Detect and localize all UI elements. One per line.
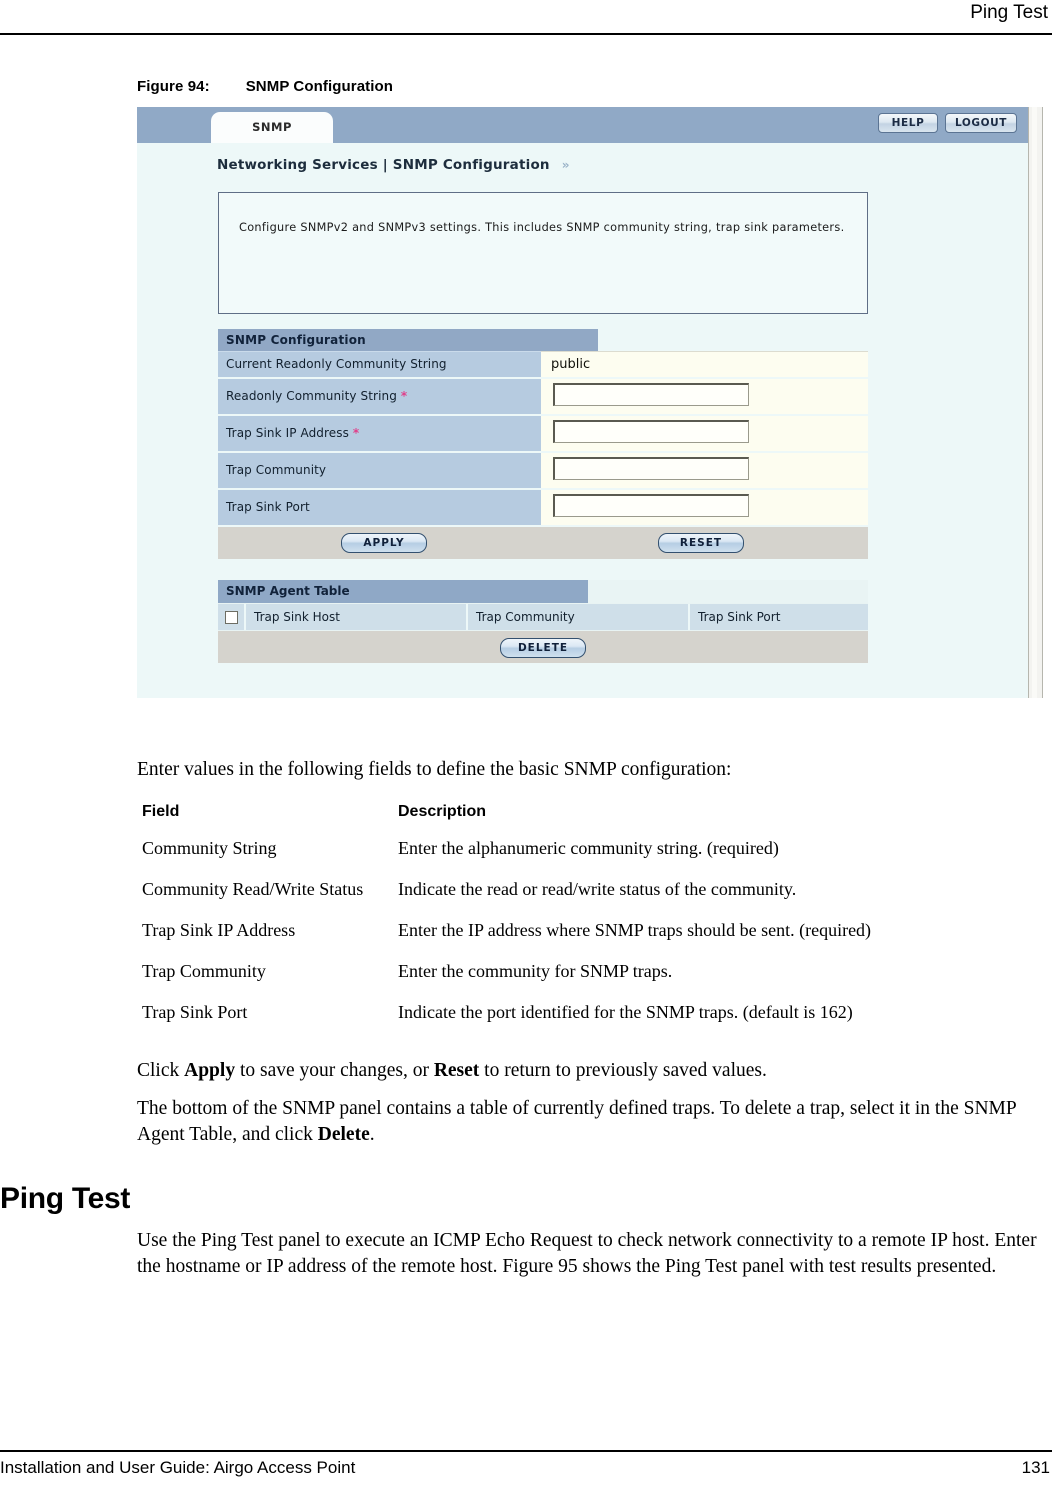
cell-description: Indicate the read or read/write status o… — [398, 879, 797, 900]
panel-description-text: Configure SNMPv2 and SNMPv3 settings. Th… — [239, 221, 845, 234]
value-readonly-community-string — [541, 377, 868, 416]
trap-sink-port-input[interactable] — [553, 493, 749, 517]
ping-test-paragraph: Use the Ping Test panel to execute an IC… — [137, 1230, 1037, 1277]
form-row-readonly-community-string: Readonly Community String * — [218, 377, 868, 416]
table-row: Community Read/Write Status Indicate the… — [142, 878, 1032, 919]
snmp-configuration-panel: SNMP Configuration Current Readonly Comm… — [218, 329, 868, 559]
snmp-agent-table-panel: SNMP Agent Table Trap Sink Host Trap Com… — [218, 580, 868, 663]
cell-description: Indicate the port identified for the SNM… — [398, 1002, 853, 1023]
app-tab-bar: SNMP HELP LOGOUT — [137, 107, 1029, 143]
logout-button[interactable]: LOGOUT — [945, 113, 1017, 133]
snmp-agent-table-header: SNMP Agent Table — [218, 580, 868, 603]
label-trap-sink-port: Trap Sink Port — [218, 488, 541, 527]
snmp-agent-table-title: SNMP Agent Table — [218, 580, 588, 603]
label-readonly-community-string: Readonly Community String * — [218, 377, 541, 416]
required-asterisk-icon: * — [352, 426, 360, 440]
figure-number: Figure 94: — [137, 78, 210, 95]
snmp-configuration-form: Current Readonly Community String public… — [218, 351, 868, 527]
table-row: Community String Enter the alphanumeric … — [142, 837, 1032, 878]
apply-para-part3: to return to previously saved values. — [479, 1060, 767, 1081]
cell-description: Enter the IP address where SNMP traps sh… — [398, 920, 872, 941]
trap-sink-ip-address-input[interactable] — [553, 419, 749, 443]
header-rule — [0, 33, 1052, 35]
trap-community-input[interactable] — [553, 456, 749, 480]
footer-guide-title: Installation and User Guide: Airgo Acces… — [0, 1458, 356, 1477]
table-row: Trap Sink IP Address Enter the IP addres… — [142, 919, 1032, 960]
value-trap-community — [541, 451, 868, 490]
select-all-checkbox[interactable] — [224, 610, 238, 624]
reset-button[interactable]: RESET — [658, 532, 744, 553]
scrollbar-track[interactable] — [1032, 107, 1037, 698]
page-footer: Installation and User Guide: Airgo Acces… — [0, 1426, 1052, 1492]
delete-bold: Delete — [317, 1123, 370, 1145]
value-trap-sink-port — [541, 488, 868, 527]
snmp-agent-table-column-row: Trap Sink Host Trap Community Trap Sink … — [218, 603, 868, 630]
apply-reset-paragraph: Click Apply to save your changes, or Res… — [137, 1058, 1043, 1084]
table-row: Trap Community Enter the community for S… — [142, 960, 1032, 1001]
form-row-trap-sink-ip-address: Trap Sink IP Address * — [218, 414, 868, 453]
label-trap-sink-ip-address: Trap Sink IP Address * — [218, 414, 541, 453]
bottom-para-part1: The bottom of the SNMP panel contains a … — [137, 1098, 1016, 1145]
footer-rule — [0, 1450, 1052, 1452]
cell-description: Enter the alphanumeric community string.… — [398, 838, 779, 858]
reset-bold: Reset — [433, 1060, 480, 1081]
breadcrumb-text: Networking Services | SNMP Configuration — [217, 157, 550, 173]
apply-button[interactable]: APPLY — [341, 532, 427, 553]
help-button[interactable]: HELP — [878, 113, 938, 133]
column-header-description: Description — [398, 803, 487, 820]
breadcrumb: Networking Services | SNMP Configuration… — [217, 157, 569, 173]
table-header-row: Field Description — [142, 803, 1032, 837]
column-header-field: Field — [142, 803, 180, 820]
label-text: Readonly Community String — [226, 389, 397, 403]
cell-field: Community Read/Write Status — [142, 879, 364, 900]
panel-description-box: Configure SNMPv2 and SNMPv3 settings. Th… — [218, 192, 868, 314]
figure-caption: Figure 94: SNMP Configuration — [137, 78, 393, 95]
figure-title: SNMP Configuration — [245, 78, 394, 95]
delete-button[interactable]: DELETE — [500, 638, 586, 658]
snmp-configuration-panel-title: SNMP Configuration — [218, 329, 598, 351]
footer-page-number: 131 — [1021, 1458, 1050, 1477]
figure-snmp-configuration-screenshot: SNMP HELP LOGOUT Networking Services | S… — [137, 107, 1043, 698]
readonly-community-string-input[interactable] — [553, 382, 749, 406]
cell-field: Community String — [142, 838, 277, 858]
select-all-cell[interactable] — [218, 604, 246, 630]
value-current-readonly-community-string: public — [541, 351, 868, 379]
agent-table-paragraph: The bottom of the SNMP panel contains a … — [137, 1096, 1043, 1147]
intro-paragraph: Enter values in the following fields to … — [137, 759, 732, 780]
snmp-agent-table-header-filler — [588, 580, 868, 603]
table-row: Trap Sink Port Indicate the port identif… — [142, 1001, 1032, 1042]
label-trap-community: Trap Community — [218, 451, 541, 490]
apply-para-part1: Click — [137, 1060, 185, 1081]
column-header-trap-sink-port: Trap Sink Port — [698, 610, 781, 624]
label-current-readonly-community-string: Current Readonly Community String — [218, 351, 541, 379]
column-header-trap-sink-host: Trap Sink Host — [246, 604, 468, 630]
apply-bold: Apply — [184, 1060, 236, 1081]
bottom-para-part2: . — [369, 1123, 375, 1145]
cell-description: Enter the community for SNMP traps. — [398, 961, 673, 982]
page-running-header: Ping Test — [0, 0, 1052, 35]
cell-field: Trap Sink Port — [142, 1002, 248, 1023]
section-heading-ping-test: Ping Test — [0, 1182, 131, 1215]
form-row-trap-sink-port: Trap Sink Port — [218, 488, 868, 527]
vertical-scrollbar[interactable] — [1028, 107, 1043, 698]
chevron-right-icon: » — [561, 158, 570, 172]
running-header-title: Ping Test — [970, 2, 1048, 23]
form-row-trap-community: Trap Community — [218, 451, 868, 490]
required-asterisk-icon: * — [400, 389, 408, 403]
form-row-current-readonly-community-string: Current Readonly Community String public — [218, 351, 868, 379]
apply-para-part2: to save your changes, or — [235, 1060, 434, 1081]
label-text: Trap Sink IP Address — [226, 426, 349, 440]
column-header-trap-community: Trap Community — [468, 604, 690, 630]
field-description-table: Field Description Community String Enter… — [142, 803, 1032, 1042]
app-window: SNMP HELP LOGOUT Networking Services | S… — [137, 107, 1030, 698]
value-trap-sink-ip-address — [541, 414, 868, 453]
tab-snmp[interactable]: SNMP — [211, 112, 333, 143]
config-button-row: APPLY RESET — [218, 526, 868, 559]
cell-field: Trap Sink IP Address — [142, 920, 296, 941]
agent-table-button-row: DELETE — [218, 630, 868, 663]
cell-field: Trap Community — [142, 961, 266, 982]
app-header-buttons: HELP LOGOUT — [878, 113, 1017, 133]
